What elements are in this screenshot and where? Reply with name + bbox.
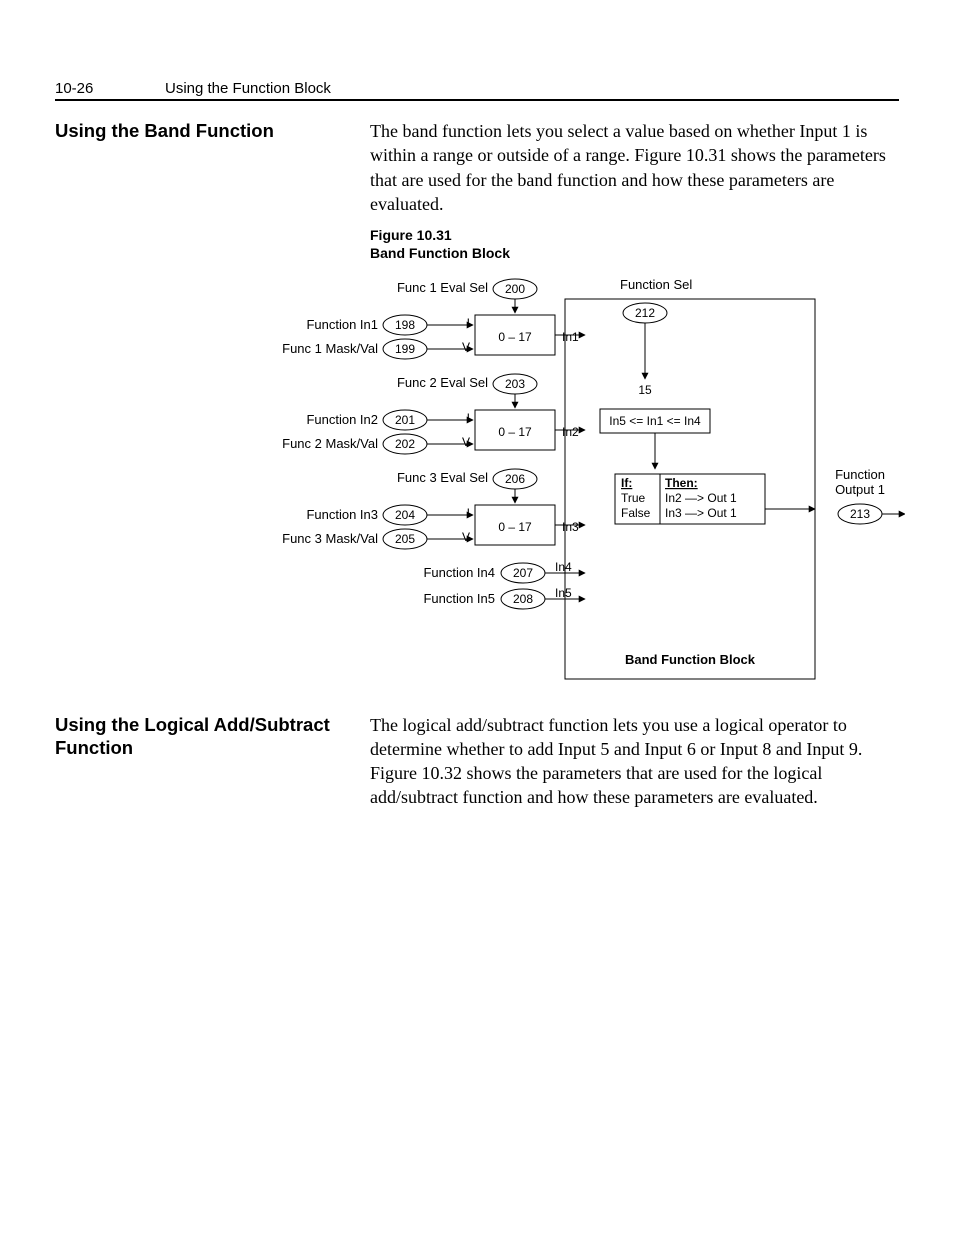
- page-header: 10-26 Using the Function Block: [55, 80, 899, 101]
- svg-text:V: V: [462, 530, 470, 544]
- svg-text:207: 207: [513, 566, 533, 580]
- false-out: In3 —> Out 1: [665, 506, 737, 520]
- if-label: If:: [621, 476, 632, 490]
- svg-text:Function In2: Function In2: [306, 412, 378, 427]
- eval-block-2: Func 2 Eval Sel 203 0 – 17 I V In2 Funct…: [282, 374, 585, 454]
- svg-text:203: 203: [505, 377, 525, 391]
- page-number: 10-26: [55, 80, 165, 97]
- band-function-diagram: Band Function Block Function Sel 212 15 …: [115, 269, 895, 689]
- svg-text:In3: In3: [562, 520, 579, 534]
- output-label1: Function: [835, 467, 885, 482]
- section-body: The band function lets you select a valu…: [370, 119, 899, 216]
- svg-text:205: 205: [395, 532, 415, 546]
- svg-text:V: V: [462, 435, 470, 449]
- param-bubble: 212: [623, 303, 667, 323]
- svg-text:In4: In4: [555, 560, 572, 574]
- eval-block-3: Func 3 Eval Sel 206 0 – 17 I V In3 Funct…: [282, 469, 585, 549]
- svg-text:V: V: [462, 340, 470, 354]
- svg-text:In5: In5: [555, 586, 572, 600]
- svg-text:204: 204: [395, 508, 415, 522]
- input-4: Function In4 207 In4: [423, 560, 585, 583]
- svg-text:0 – 17: 0 – 17: [498, 520, 532, 534]
- figure-title: Band Function Block: [370, 245, 510, 261]
- svg-text:200: 200: [505, 282, 525, 296]
- figure-number: Figure 10.31: [370, 227, 452, 243]
- svg-text:Function In5: Function In5: [423, 591, 495, 606]
- svg-text:213: 213: [850, 507, 870, 521]
- svg-text:0 – 17: 0 – 17: [498, 425, 532, 439]
- then-label: Then:: [665, 476, 698, 490]
- output-label2: Output 1: [835, 482, 885, 497]
- true-label: True: [621, 491, 646, 505]
- svg-text:201: 201: [395, 413, 415, 427]
- svg-text:I: I: [467, 411, 470, 425]
- chapter-title: Using the Function Block: [165, 80, 331, 97]
- svg-text:In2: In2: [562, 425, 579, 439]
- figure-caption: Figure 10.31 Band Function Block: [370, 226, 899, 262]
- svg-text:Func 3 Mask/Val: Func 3 Mask/Val: [282, 531, 378, 546]
- param-label: Function Sel: [620, 277, 692, 292]
- section-logical-add: Using the Logical Add/Subtract Function …: [55, 713, 899, 810]
- svg-text:I: I: [467, 316, 470, 330]
- param-bubble: 213: [838, 504, 882, 524]
- page: 10-26 Using the Function Block Using the…: [0, 0, 954, 858]
- svg-text:208: 208: [513, 592, 533, 606]
- svg-text:Function In1: Function In1: [306, 317, 378, 332]
- svg-text:206: 206: [505, 472, 525, 486]
- section-band: Using the Band Function The band functio…: [55, 119, 899, 216]
- svg-text:Func 2 Mask/Val: Func 2 Mask/Val: [282, 436, 378, 451]
- true-out: In2 —> Out 1: [665, 491, 737, 505]
- svg-text:Function In4: Function In4: [423, 565, 495, 580]
- svg-text:202: 202: [395, 437, 415, 451]
- svg-text:I: I: [467, 506, 470, 520]
- block-footer-label: Band Function Block: [625, 652, 756, 667]
- false-label: False: [621, 506, 651, 520]
- sel-value: 15: [638, 383, 652, 397]
- svg-text:212: 212: [635, 306, 655, 320]
- svg-text:Func 2 Eval Sel: Func 2 Eval Sel: [397, 375, 488, 390]
- section-body: The logical add/subtract function lets y…: [370, 713, 899, 810]
- condition-text: In5 <= In1 <= In4: [609, 414, 701, 428]
- svg-text:In1: In1: [562, 330, 579, 344]
- input-5: Function In5 208 In5: [423, 586, 585, 609]
- svg-text:Func 1 Eval Sel: Func 1 Eval Sel: [397, 280, 488, 295]
- svg-text:Function In3: Function In3: [306, 507, 378, 522]
- svg-text:Func 1 Mask/Val: Func 1 Mask/Val: [282, 341, 378, 356]
- section-heading: Using the Logical Add/Subtract Function: [55, 713, 370, 810]
- svg-text:0 – 17: 0 – 17: [498, 330, 532, 344]
- eval-block-1: Func 1 Eval Sel 200 0 – 17 I V In1 Funct…: [282, 279, 585, 359]
- svg-text:199: 199: [395, 342, 415, 356]
- svg-text:Func 3 Eval Sel: Func 3 Eval Sel: [397, 470, 488, 485]
- svg-text:198: 198: [395, 318, 415, 332]
- section-heading: Using the Band Function: [55, 119, 370, 216]
